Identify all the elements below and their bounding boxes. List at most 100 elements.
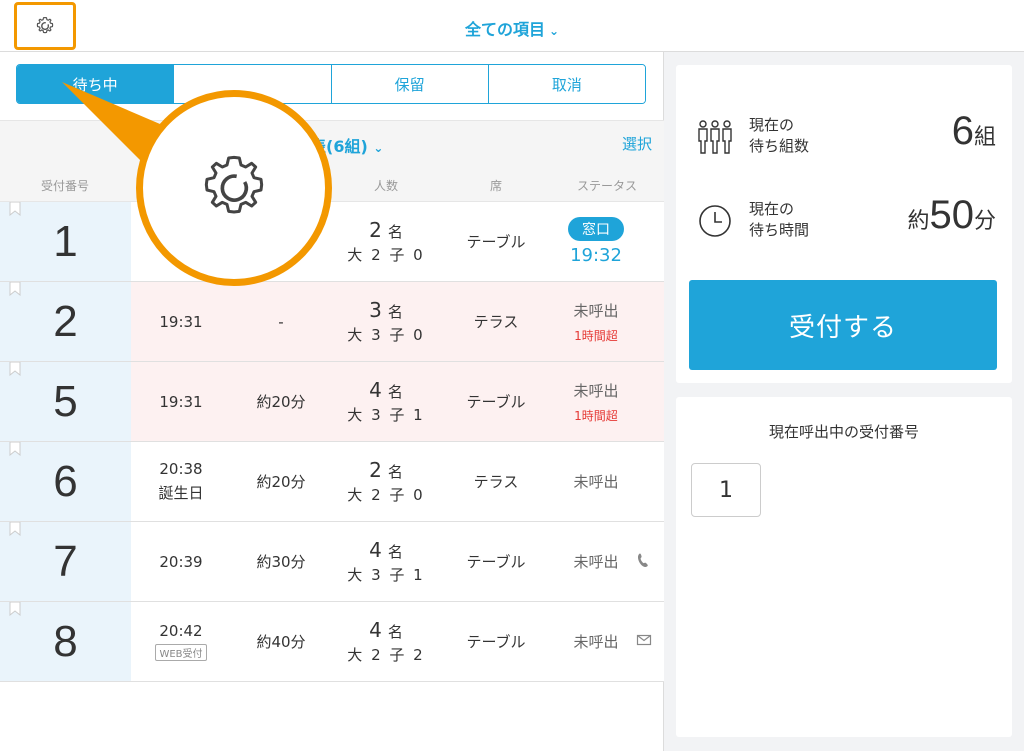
status-cell: 窓口 19:32 — [546, 202, 646, 281]
reception-time: 19:31 — [159, 392, 203, 411]
tab-cancel-label: 取消 — [551, 75, 582, 94]
status-cell: 未呼出 1時間超 — [546, 362, 646, 441]
reception-time-cell: 19:31 — [131, 282, 231, 361]
receipt-number: 2 — [0, 282, 131, 361]
people-number: 4 — [369, 617, 382, 642]
table-row[interactable]: 8 20:42 WEB受付 約40分 4 名大 2 子 2 テーブル 未呼出 — [0, 602, 664, 682]
people-unit: 名 — [387, 222, 403, 241]
people-cell: 4名大 3 子 1 — [336, 362, 436, 441]
people-unit: 名 — [387, 542, 403, 561]
people-cell: 2名大 2 子 0 — [336, 442, 436, 521]
table-row[interactable]: 5 19:31 約20分 4 名大 3 子 1 テーブル 未呼出 1時間超 — [0, 362, 664, 442]
tab-hold[interactable]: 保留 — [330, 65, 488, 103]
wait-estimate: 約40分 — [256, 633, 306, 651]
table-row[interactable]: 119:30-2名大 2 子 0テーブル窓口19:32 — [0, 202, 664, 282]
people-count: 2名 — [369, 458, 403, 484]
people-unit: 名 — [387, 462, 403, 481]
reception-time: 20:39 — [159, 552, 203, 571]
bookmark-icon[interactable] — [9, 522, 21, 536]
column-header-seat: 席 — [489, 179, 502, 193]
people-number: 2 — [369, 457, 382, 482]
web-badge: WEB受付 — [155, 644, 207, 661]
groups-label-line2: 待ち組数 — [749, 137, 810, 155]
waiting-time-stat: 現在の待ち時間 約50分 — [696, 189, 996, 249]
table-row[interactable]: 6 20:38 誕生日 約20分 2 名大 2 子 0 テラス 未呼出 — [0, 442, 664, 522]
status-badge: 窓口 — [568, 217, 624, 241]
people-breakdown: 大 2 子 0 — [347, 245, 425, 264]
calling-number-box[interactable]: 1 — [691, 463, 761, 517]
overdue-label: 1時間超 — [574, 328, 618, 343]
people-cell: 3名大 3 子 0 — [336, 282, 436, 361]
receipt-number-text: 6 — [53, 456, 78, 506]
bookmark-icon[interactable] — [9, 442, 21, 456]
status-cell: 未呼出 1時間超 — [546, 282, 646, 361]
queue-panel: 待ち中 保留 取消 表(6組) ⌄ 選択 受付番号 人数 席 ステータス 119… — [0, 52, 664, 751]
called-time: 19:32 — [570, 245, 622, 266]
people-group-icon — [698, 120, 732, 154]
people-count: 2名 — [369, 218, 403, 244]
reception-time: 19:31 — [159, 312, 203, 331]
status-text: 未呼出 — [573, 381, 619, 400]
calling-card: 現在呼出中の受付番号 1 — [676, 397, 1012, 737]
status-cell: 未呼出 — [546, 522, 646, 601]
receipt-number: 1 — [0, 202, 131, 281]
waiting-time-value: 約50分 — [907, 193, 996, 238]
chevron-down-icon: ⌄ — [548, 24, 560, 38]
time-label-line2: 待ち時間 — [749, 221, 810, 239]
wait-time-cell: 約20分 — [231, 362, 331, 441]
clock-icon — [699, 205, 731, 237]
people-breakdown: 大 3 子 1 — [347, 405, 425, 424]
groups-label-line1: 現在の — [749, 116, 795, 134]
seat-type: テラス — [473, 473, 519, 491]
people-unit: 名 — [387, 622, 403, 641]
wait-time-cell: 約20分 — [231, 442, 331, 521]
wait-estimate: - — [278, 312, 284, 331]
wait-time-cell: 約30分 — [231, 522, 331, 601]
people-breakdown: 大 3 子 0 — [347, 325, 425, 344]
receipt-number-text: 7 — [53, 536, 78, 586]
status-cell: 未呼出 — [546, 602, 646, 681]
status-text: 未呼出 — [573, 473, 619, 491]
reception-time-cell: 20:39 — [131, 522, 231, 601]
chevron-down-icon: ⌄ — [373, 141, 384, 155]
bookmark-icon[interactable] — [9, 602, 21, 616]
overdue-label: 1時間超 — [574, 408, 618, 423]
select-button[interactable]: 選択 — [622, 133, 652, 154]
people-count: 3名 — [369, 298, 403, 324]
mail-icon[interactable] — [636, 632, 652, 648]
bookmark-icon[interactable] — [9, 282, 21, 296]
seat-cell: テラス — [446, 282, 546, 361]
receipt-number-text: 2 — [53, 296, 78, 346]
header-bar: 全ての項目 ⌄ — [0, 0, 1024, 52]
seat-type: テーブル — [466, 553, 526, 571]
seat-cell: テーブル — [446, 362, 546, 441]
bookmark-icon[interactable] — [9, 362, 21, 376]
status-text: 未呼出 — [573, 633, 619, 651]
people-cell: 2名大 2 子 0 — [336, 202, 436, 281]
waiting-groups-label: 現在の 待ち組数 — [749, 115, 839, 157]
wait-estimate: 約20分 — [256, 393, 306, 411]
wait-time-cell: 約40分 — [231, 602, 331, 681]
receipt-number: 8 — [0, 602, 131, 681]
receipt-number-text: 8 — [53, 616, 78, 666]
view-selector[interactable]: 全ての項目 ⌄ — [0, 16, 1024, 40]
seat-type: テーブル — [466, 633, 526, 651]
table-row[interactable]: 2 19:31 - 3 名大 3 子 0 テラス 未呼出 1時間超 — [0, 282, 664, 362]
waiting-groups-stat: 現在の 待ち組数 6組 — [696, 105, 996, 165]
accept-button[interactable]: 受付する — [689, 280, 997, 370]
receipt-number: 7 — [0, 522, 131, 601]
table-row[interactable]: 7 20:39 約30分 4 名大 3 子 1 テーブル 未呼出 — [0, 522, 664, 602]
bookmark-icon[interactable] — [9, 202, 21, 216]
seat-type: テーブル — [466, 233, 526, 251]
seat-type: テーブル — [466, 393, 526, 411]
reception-time-cell: 20:42 WEB受付 — [131, 602, 231, 681]
time-label-line1: 現在の — [749, 200, 795, 218]
receipt-number: 5 — [0, 362, 131, 441]
receipt-number: 6 — [0, 442, 131, 521]
magnified-settings — [136, 90, 332, 286]
reception-time-cell: 19:31 — [131, 362, 231, 441]
phone-icon[interactable] — [636, 552, 652, 568]
calling-title: 現在呼出中の受付番号 — [768, 423, 919, 441]
tab-cancel[interactable]: 取消 — [487, 65, 645, 103]
seat-cell: テーブル — [446, 522, 546, 601]
